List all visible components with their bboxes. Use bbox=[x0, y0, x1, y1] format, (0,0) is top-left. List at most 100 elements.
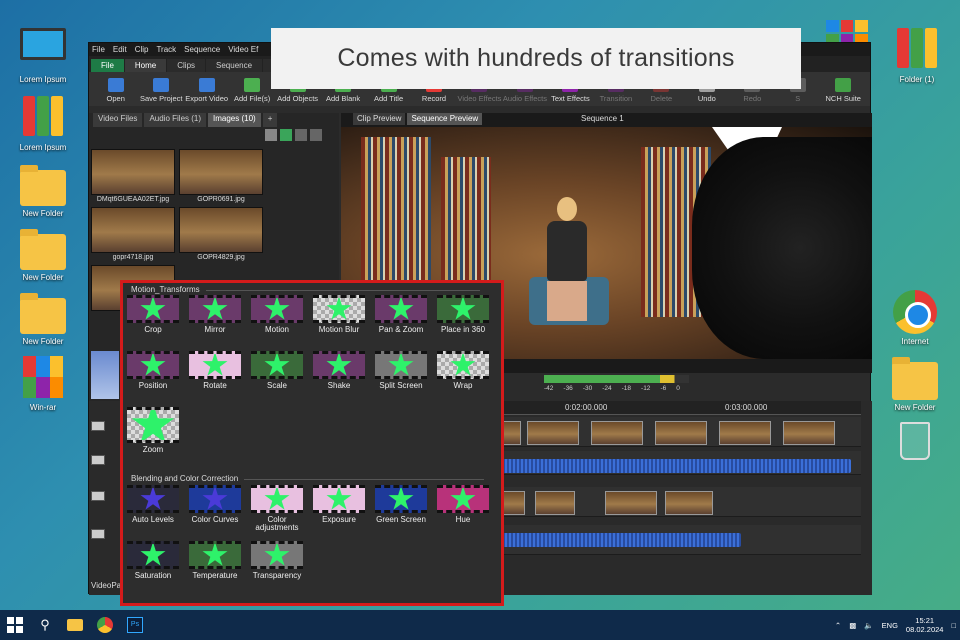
tab-home[interactable]: Home bbox=[124, 59, 167, 72]
effect-tile[interactable]: Auto Levels bbox=[127, 485, 179, 524]
tray-chevron-icon[interactable]: ⌃ bbox=[835, 621, 841, 630]
binders-icon bbox=[20, 96, 66, 140]
effect-tile[interactable]: Shake bbox=[313, 351, 365, 390]
thumbnail[interactable]: DMqt6GUEAA02ET.jpg bbox=[91, 149, 175, 203]
notifications-icon[interactable]: □ bbox=[951, 621, 956, 630]
effect-label: Auto Levels bbox=[132, 515, 174, 524]
effect-thumbnail bbox=[251, 295, 303, 323]
volume-icon[interactable]: 🔈 bbox=[864, 621, 873, 630]
effect-tile[interactable]: Saturation bbox=[127, 541, 179, 580]
desktop-icon-new-folder[interactable]: New Folder bbox=[880, 356, 950, 412]
menu-clip[interactable]: Clip bbox=[135, 45, 149, 54]
desktop-icon-folder-3[interactable]: New Folder bbox=[8, 292, 78, 346]
desktop-icon-folder-2[interactable]: New Folder bbox=[8, 228, 78, 282]
menu-sequence[interactable]: Sequence bbox=[184, 45, 220, 54]
effect-label: Color Curves bbox=[191, 515, 239, 524]
toolbar-button-3[interactable]: Add File(s) bbox=[229, 78, 274, 103]
photoshop-icon[interactable]: Ps bbox=[120, 610, 150, 640]
effect-tile[interactable]: Mirror bbox=[189, 295, 241, 334]
folder-add-icon[interactable] bbox=[280, 129, 292, 141]
network-icon[interactable]: ▩ bbox=[849, 621, 856, 630]
video-track-1[interactable] bbox=[501, 417, 861, 447]
sequence-label: Sequence 1 bbox=[581, 114, 624, 123]
effect-tile[interactable]: Transparency bbox=[251, 541, 303, 580]
effect-thumbnail bbox=[313, 295, 365, 323]
folder-icon bbox=[20, 229, 66, 270]
bin-tab-images[interactable]: Images (10) bbox=[208, 113, 261, 127]
tab-clip-preview[interactable]: Clip Preview bbox=[353, 113, 406, 125]
menu-video-effects[interactable]: Video Ef bbox=[228, 45, 258, 54]
menu-track[interactable]: Track bbox=[156, 45, 176, 54]
track-control[interactable] bbox=[91, 455, 105, 465]
effect-tile[interactable]: Green Screen bbox=[375, 485, 427, 524]
thumbnail[interactable]: GOPR0691.jpg bbox=[179, 149, 263, 203]
desktop-icon-recycle-bin[interactable] bbox=[880, 422, 950, 469]
effect-tile[interactable]: Position bbox=[127, 351, 179, 390]
timeline-ruler[interactable]: 0:02:00.000 0:03:00.000 bbox=[501, 401, 861, 415]
toolbar-button-2[interactable]: Export Video bbox=[184, 78, 229, 103]
chrome-icon[interactable] bbox=[90, 610, 120, 640]
trash-icon[interactable] bbox=[265, 129, 277, 141]
menu-file[interactable]: File bbox=[92, 45, 105, 54]
track-control[interactable] bbox=[91, 421, 105, 431]
grid-view-icon[interactable] bbox=[310, 129, 322, 141]
toolbar-button-1[interactable]: Save Project bbox=[138, 78, 183, 103]
bin-tab-add[interactable]: + bbox=[262, 113, 278, 127]
start-button[interactable] bbox=[0, 610, 30, 640]
toolbar-button-0[interactable]: Open bbox=[93, 78, 138, 103]
effect-tile[interactable]: Zoom bbox=[127, 407, 179, 454]
effect-tile[interactable]: Color adjustments bbox=[251, 485, 303, 533]
desktop-icon-winrar[interactable]: Win-rar bbox=[8, 356, 78, 412]
tab-sequence[interactable]: Sequence bbox=[206, 59, 263, 72]
effect-thumbnail bbox=[189, 351, 241, 379]
effect-thumbnail bbox=[251, 541, 303, 569]
effect-tile[interactable]: Temperature bbox=[189, 541, 241, 580]
desktop-icon-internet[interactable]: Internet bbox=[880, 290, 950, 346]
track-control[interactable] bbox=[91, 529, 105, 539]
clock[interactable]: 15:21 08.02.2024 bbox=[906, 616, 944, 634]
desktop-icon-computer[interactable]: Lorem Ipsum bbox=[8, 28, 78, 84]
meter-tick: -6 bbox=[660, 385, 667, 392]
audio-track-1[interactable] bbox=[501, 451, 861, 475]
effect-tile[interactable]: Wrap bbox=[437, 351, 489, 390]
tab-sequence-preview[interactable]: Sequence Preview bbox=[407, 113, 483, 125]
toolbar-icon bbox=[153, 78, 170, 92]
effect-tile[interactable]: Pan & Zoom bbox=[375, 295, 427, 334]
effect-tile[interactable]: Scale bbox=[251, 351, 303, 390]
effect-tile[interactable]: Place in 360 bbox=[437, 295, 489, 334]
bin-tab-audio[interactable]: Audio Files (1) bbox=[144, 113, 207, 127]
effect-tile[interactable]: Rotate bbox=[189, 351, 241, 390]
menu-edit[interactable]: Edit bbox=[113, 45, 127, 54]
track-control[interactable] bbox=[91, 491, 105, 501]
star-icon bbox=[131, 410, 175, 440]
search-icon[interactable]: ⚲ bbox=[30, 610, 60, 640]
section-blending: Blending and Color Correction bbox=[131, 474, 485, 483]
bin-tab-video[interactable]: Video Files bbox=[93, 113, 143, 127]
toolbar-button-16[interactable]: NCH Suite bbox=[821, 78, 866, 103]
effect-tile[interactable]: Split Screen bbox=[375, 351, 427, 390]
audio-level-meter bbox=[544, 375, 689, 383]
effect-tile[interactable]: Exposure bbox=[313, 485, 365, 524]
effect-tile[interactable]: Motion Blur bbox=[313, 295, 365, 334]
audio-track-2[interactable] bbox=[501, 525, 861, 555]
file-explorer-icon[interactable] bbox=[60, 610, 90, 640]
tab-clips[interactable]: Clips bbox=[167, 59, 206, 72]
thumbnail[interactable]: gopr4718.jpg bbox=[91, 207, 175, 261]
star-icon bbox=[140, 544, 166, 566]
language-indicator[interactable]: ENG bbox=[882, 621, 898, 630]
list-view-icon[interactable] bbox=[295, 129, 307, 141]
desktop-icon-folder-binders[interactable]: Folder (1) bbox=[882, 28, 952, 84]
effect-tile[interactable]: Hue bbox=[437, 485, 489, 524]
thumbnail-name: GOPR4829.jpg bbox=[197, 254, 245, 261]
desktop-icon-folder-1[interactable]: New Folder bbox=[8, 164, 78, 218]
thumbnail[interactable]: GOPR4829.jpg bbox=[179, 207, 263, 261]
effect-tile[interactable]: Motion bbox=[251, 295, 303, 334]
video-track-2[interactable] bbox=[501, 487, 861, 517]
folder-icon bbox=[20, 165, 66, 206]
star-icon bbox=[264, 298, 290, 320]
effect-tile[interactable]: Color Curves bbox=[189, 485, 241, 524]
effect-thumbnail bbox=[127, 295, 179, 323]
desktop-icon-binders[interactable]: Lorem Ipsum bbox=[8, 96, 78, 152]
tab-file[interactable]: File bbox=[91, 59, 124, 72]
effect-tile[interactable]: Crop bbox=[127, 295, 179, 334]
